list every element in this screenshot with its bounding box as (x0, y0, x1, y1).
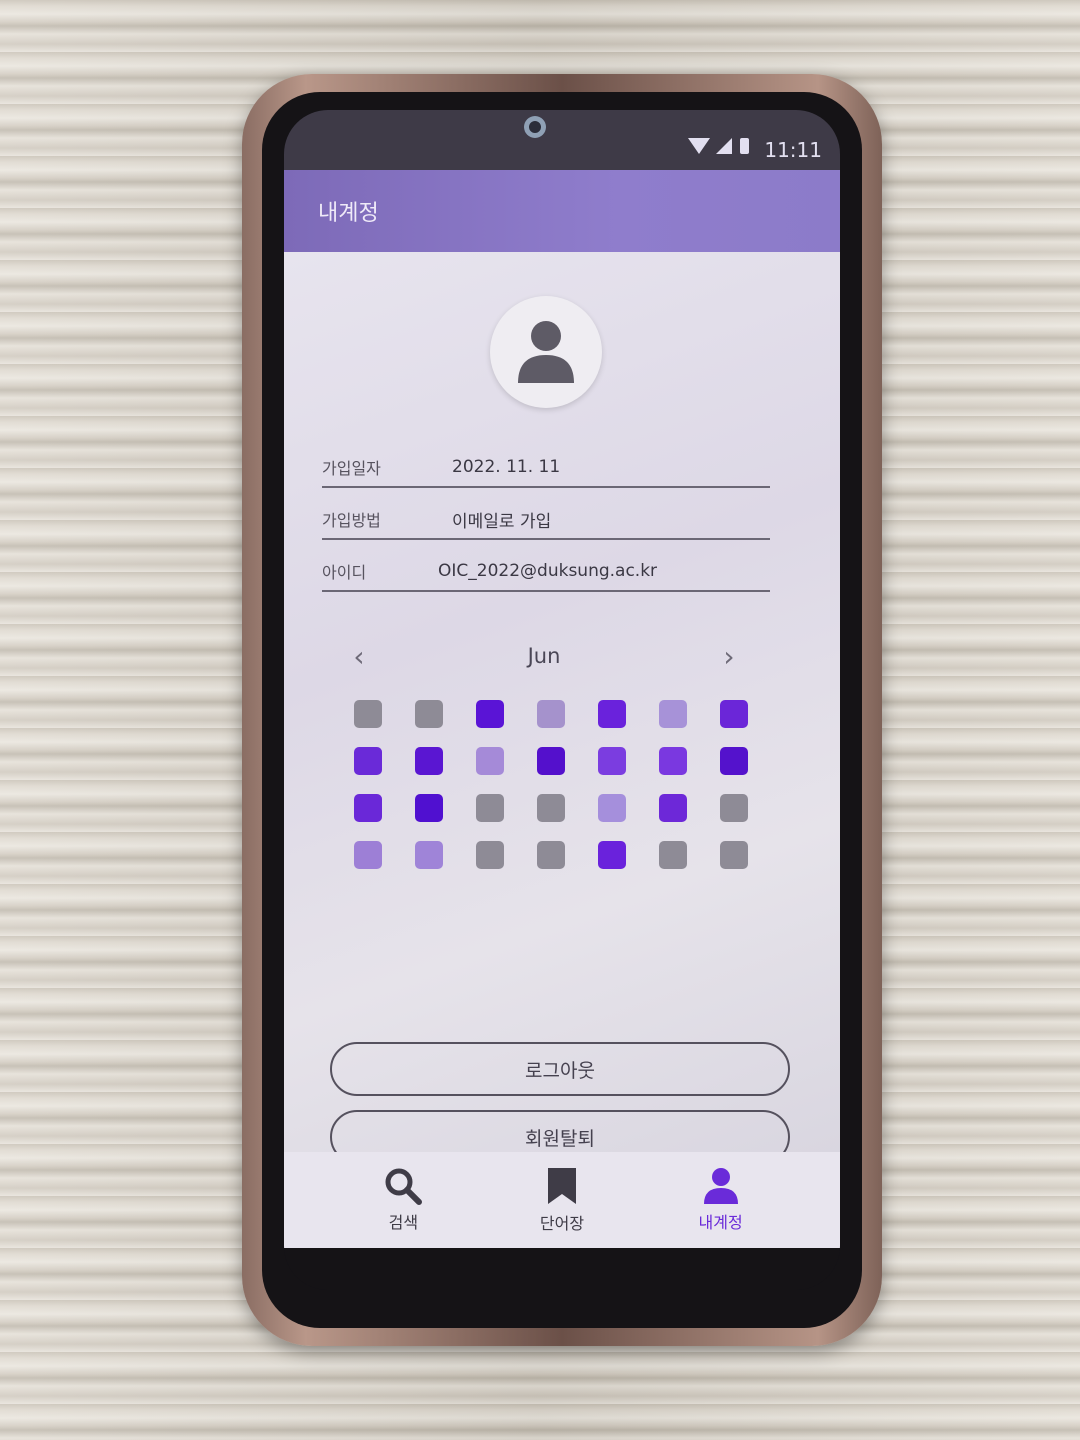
nav-item-search[interactable]: 검색 (358, 1167, 448, 1233)
person-icon (518, 321, 574, 383)
calendar-day-cell[interactable] (476, 700, 504, 728)
app-bar: 내계정 (284, 170, 840, 252)
calendar-day-cell[interactable] (415, 794, 443, 822)
battery-icon (740, 138, 750, 154)
calendar-day-cell[interactable] (537, 794, 565, 822)
user-id-value: OIC_2022@duksung.ac.kr (438, 561, 658, 581)
info-row-user-id: 아이디 OIC_2022@duksung.ac.kr (322, 552, 770, 592)
join-method-value: 이메일로 가입 (452, 511, 552, 532)
calendar-day-cell[interactable] (354, 700, 382, 728)
calendar-day-cell[interactable] (720, 794, 748, 822)
user-id-label: 아이디 (322, 563, 367, 582)
calendar-day-cell[interactable] (598, 794, 626, 822)
calendar-day-cell[interactable] (659, 841, 687, 869)
front-camera (524, 116, 546, 138)
calendar-day-cell[interactable] (415, 747, 443, 775)
nav-label-my-account: 내계정 (698, 1213, 743, 1232)
nav-item-my-account[interactable]: 내계정 (676, 1167, 766, 1233)
calendar-day-cell[interactable] (720, 747, 748, 775)
calendar-day-cell[interactable] (598, 700, 626, 728)
calendar-day-cell[interactable] (354, 841, 382, 869)
status-bar: 11:11 (284, 110, 840, 170)
calendar-day-cell[interactable] (659, 747, 687, 775)
calendar-day-cell[interactable] (598, 747, 626, 775)
chevron-left-icon[interactable]: ‹ (344, 640, 374, 673)
calendar-day-cell[interactable] (720, 700, 748, 728)
bottom-bezel (284, 1248, 840, 1290)
calendar-day-cell[interactable] (659, 794, 687, 822)
calendar-day-cell[interactable] (659, 700, 687, 728)
join-date-label: 가입일자 (322, 459, 381, 478)
account-content: 가입일자 2022. 11. 11 가입방법 이메일로 가입 아이디 OIC_2… (284, 252, 840, 1164)
calendar-month-nav: ‹ Jun › (344, 636, 744, 676)
phone-screen: 11:11 내계정 가입일자 2022. 11. 11 가입방법 이메일로 가입… (284, 110, 840, 1290)
nav-label-wordbook: 단어장 (539, 1214, 585, 1233)
calendar-day-cell[interactable] (537, 841, 565, 869)
chevron-right-icon[interactable]: › (714, 640, 744, 673)
calendar-day-cell[interactable] (476, 794, 504, 822)
bookmark-icon (547, 1168, 576, 1204)
calendar-day-cell[interactable] (537, 700, 565, 728)
status-icons (686, 135, 756, 162)
calendar-month: Jun (527, 644, 561, 668)
nav-label-search: 검색 (388, 1213, 419, 1232)
logout-button[interactable]: 로그아웃 (330, 1042, 790, 1096)
search-icon (385, 1168, 423, 1205)
calendar-day-cell[interactable] (720, 841, 748, 869)
calendar-grid (354, 700, 754, 869)
calendar-day-cell[interactable] (476, 841, 504, 869)
calendar-day-cell[interactable] (476, 747, 504, 775)
nav-item-wordbook[interactable]: 단어장 (517, 1166, 607, 1234)
calendar-day-cell[interactable] (415, 841, 443, 869)
info-row-join-date: 가입일자 2022. 11. 11 (322, 448, 770, 488)
signal-icon (688, 138, 750, 154)
calendar-day-cell[interactable] (415, 700, 443, 728)
bottom-navigation: 검색 단어장 내계정 (284, 1152, 840, 1248)
join-method-label: 가입방법 (322, 511, 381, 530)
calendar-day-cell[interactable] (537, 747, 565, 775)
info-row-join-method: 가입방법 이메일로 가입 (322, 500, 770, 540)
status-time: 11:11 (764, 138, 822, 162)
avatar[interactable] (490, 296, 602, 408)
calendar-day-cell[interactable] (598, 841, 626, 869)
person-icon (703, 1168, 738, 1204)
page-title: 내계정 (318, 201, 379, 226)
join-date-value: 2022. 11. 11 (452, 457, 561, 477)
calendar-day-cell[interactable] (354, 747, 382, 775)
calendar-day-cell[interactable] (354, 794, 382, 822)
